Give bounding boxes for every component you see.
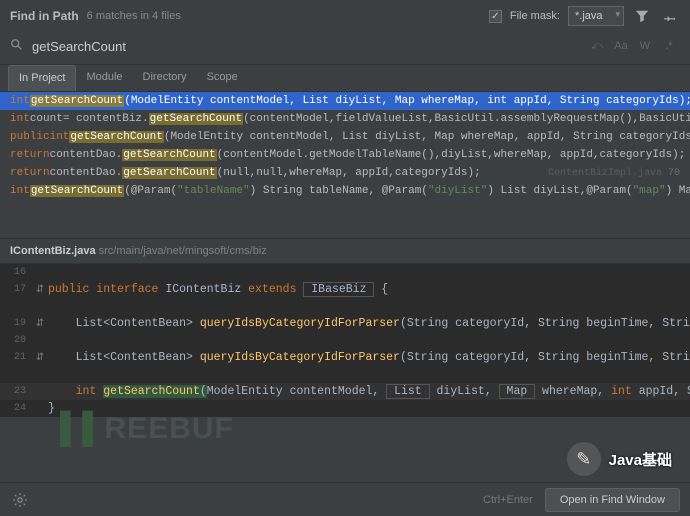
shortcut-hint: Ctrl+Enter [483,494,533,506]
editor-line: 19⇵ List<ContentBean> queryIdsByCategory… [0,315,690,332]
search-input[interactable] [32,39,578,54]
preview-editor[interactable]: 1617⇵public interface IContentBiz extend… [0,264,690,417]
open-find-window-button[interactable]: Open in Find Window [545,488,680,512]
watermark-ghost: ▌▌REEBUF [60,412,234,446]
result-row[interactable]: int getSearchCount(ModelEntity contentMo… [0,92,690,110]
editor-line [0,298,690,315]
scope-tabs: In ProjectModuleDirectoryScope [0,65,690,92]
preview-header: IContentBiz.java src/main/java/net/mings… [0,238,690,264]
match-case-toggle[interactable]: Aa [610,36,632,56]
tab-in-project[interactable]: In Project [8,65,76,91]
filemask-checkbox[interactable]: ✓ [489,10,502,23]
editor-line: 24} [0,400,690,417]
editor-line: 21⇵ List<ContentBean> queryIdsByCategory… [0,349,690,366]
tab-scope[interactable]: Scope [197,65,248,91]
filemask-input[interactable] [568,6,624,26]
dialog-title: Find in Path [10,9,79,23]
watermark-badge: ✎ Java基础 [567,442,672,476]
filemask-label: File mask: [510,10,560,22]
search-icon [10,38,24,55]
filter-icon[interactable] [632,6,652,26]
results-list: int getSearchCount(ModelEntity contentMo… [0,92,690,200]
result-row[interactable]: public int getSearchCount(ModelEntity co… [0,128,690,146]
editor-line: 23 int getSearchCount(ModelEntity conten… [0,383,690,400]
preserve-case-toggle[interactable]: ⤺ [586,36,608,56]
regex-toggle[interactable]: .* [658,36,680,56]
tab-directory[interactable]: Directory [133,65,197,91]
editor-line: 16 [0,264,690,281]
result-row[interactable]: int getSearchCount(@Param("tableName") S… [0,182,690,200]
editor-line: 17⇵public interface IContentBiz extends … [0,281,690,298]
pin-icon[interactable] [660,6,680,26]
result-row[interactable]: return contentDao.getSearchCount(null,nu… [0,164,690,182]
editor-line: 20 [0,332,690,349]
settings-icon[interactable] [10,490,30,510]
tab-module[interactable]: Module [76,65,132,91]
editor-line [0,366,690,383]
result-row[interactable]: int count= contentBiz.getSearchCount(con… [0,110,690,128]
words-toggle[interactable]: W [634,36,656,56]
match-count: 6 matches in 4 files [87,10,181,22]
result-row[interactable]: return contentDao.getSearchCount(content… [0,146,690,164]
